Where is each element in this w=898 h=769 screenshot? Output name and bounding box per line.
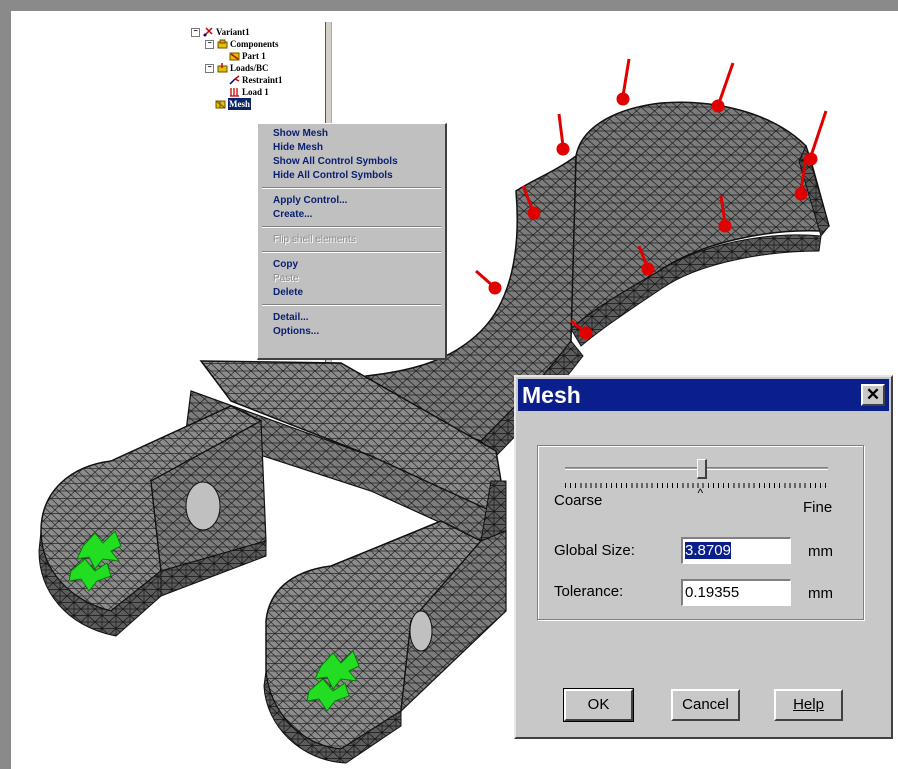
part-right-arm [263, 520, 507, 764]
collapse-icon[interactable]: − [205, 63, 214, 73]
mesh-context-menu[interactable]: Show Mesh Hide Mesh Show All Control Sym… [257, 123, 447, 360]
load-icon [229, 87, 240, 97]
menu-item-detail[interactable]: Detail... [273, 311, 309, 325]
menu-item-create[interactable]: Create... [273, 208, 312, 222]
tree-item-loads[interactable]: − Loads/BC [205, 62, 269, 74]
tree-item-load[interactable]: Load 1 [229, 86, 269, 98]
variant-icon [203, 27, 214, 37]
mesh-dialog[interactable]: Mesh ✕ ^ Coarse Fine Global Size: 3.8709… [514, 375, 893, 739]
menu-separator [262, 226, 441, 228]
tree-item-components[interactable]: − Components [205, 38, 279, 50]
slider-caret-icon: ^ [697, 486, 704, 500]
load-arrow [556, 113, 570, 156]
menu-item-paste: Paste [273, 273, 299, 284]
collapse-icon[interactable]: − [205, 39, 214, 49]
close-button[interactable]: ✕ [861, 384, 885, 406]
global-size-unit: mm [808, 543, 833, 560]
menu-item-show-mesh[interactable]: Show Mesh [273, 127, 328, 141]
load-arrow [711, 62, 735, 113]
tolerance-label: Tolerance: [554, 583, 624, 600]
mesh-icon [215, 99, 226, 109]
load-arrow [804, 110, 828, 166]
part-icon [229, 51, 240, 61]
menu-item-hide-all-control-symbols[interactable]: Hide All Control Symbols [273, 169, 393, 183]
help-button[interactable]: Help [774, 689, 843, 721]
menu-item-copy[interactable]: Copy [273, 258, 298, 272]
components-icon [217, 39, 228, 49]
menu-separator [262, 251, 441, 253]
menu-item-delete[interactable]: Delete [273, 286, 303, 300]
load-arrow [475, 269, 502, 295]
global-size-input[interactable]: 3.8709 [681, 537, 791, 564]
menu-separator [262, 187, 441, 189]
menu-item-flip-shell-elements: Flip shell elements [273, 234, 356, 245]
tree-item-part[interactable]: Part 1 [229, 50, 266, 62]
loads-icon [217, 63, 228, 73]
menu-item-options[interactable]: Options... [273, 325, 319, 339]
menu-item-show-all-control-symbols[interactable]: Show All Control Symbols [273, 155, 398, 169]
part-left-arm [38, 405, 267, 637]
mesh-density-slider-thumb[interactable] [696, 459, 707, 479]
menu-separator [262, 304, 441, 306]
menu-item-apply-control[interactable]: Apply Control... [273, 194, 347, 208]
tolerance-unit: mm [808, 585, 833, 602]
global-size-label: Global Size: [554, 542, 635, 559]
restraint-icon [229, 75, 240, 85]
collapse-icon[interactable]: − [191, 27, 200, 37]
load-arrow [616, 58, 631, 106]
tolerance-input[interactable]: 0.19355 [681, 579, 791, 606]
tree-item-variant[interactable]: − Variant1 [191, 26, 250, 38]
tree-item-mesh[interactable]: Mesh [215, 98, 251, 110]
menu-item-hide-mesh[interactable]: Hide Mesh [273, 141, 323, 155]
fine-label: Fine [803, 499, 833, 516]
ok-button[interactable]: OK [563, 688, 634, 722]
dialog-title-bar[interactable]: Mesh ✕ [518, 379, 889, 411]
cancel-button[interactable]: Cancel [671, 689, 740, 721]
mesh-settings-group: ^ Coarse Fine Global Size: 3.8709 mm Tol… [537, 445, 864, 620]
dialog-title: Mesh [522, 382, 581, 408]
graphics-viewport[interactable]: − Variant1 − Components Part 1 − Loads/B… [11, 11, 898, 769]
tree-item-restraint[interactable]: Restraint1 [229, 74, 283, 86]
close-icon: ✕ [865, 385, 881, 404]
part-head [550, 101, 830, 347]
coarse-label: Coarse [554, 492, 603, 509]
